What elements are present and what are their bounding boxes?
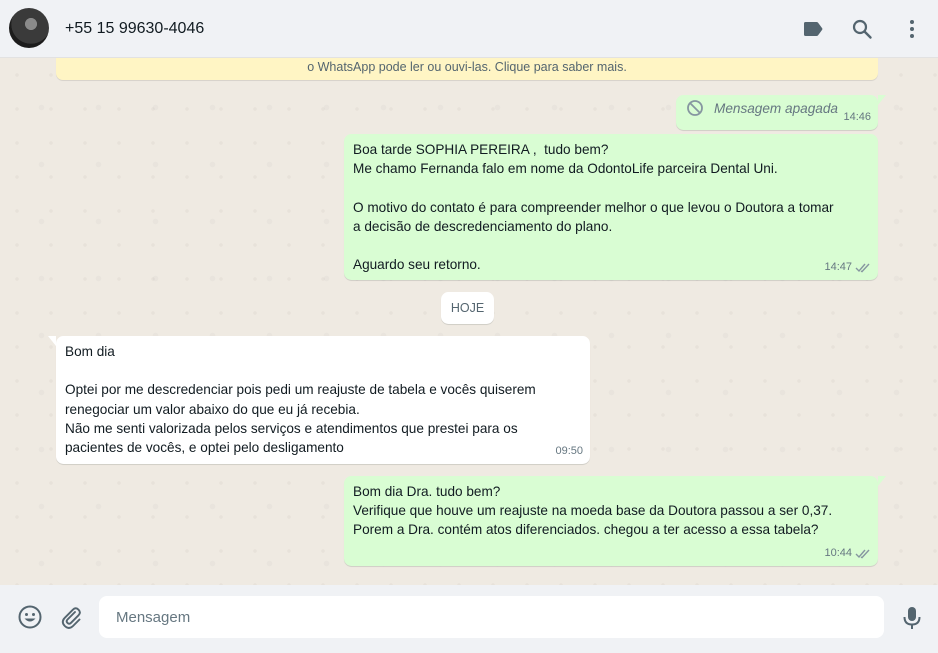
message-incoming[interactable]: Bom dia Optei por me descredenciar pois … bbox=[48, 336, 590, 464]
message-meta: 14:47 bbox=[824, 258, 871, 277]
message-text: Boa tarde SOPHIA PEREIRA , tudo bem? Me … bbox=[353, 142, 834, 273]
contact-name[interactable]: +55 15 99630-4046 bbox=[65, 20, 204, 38]
search-icon[interactable] bbox=[850, 17, 874, 41]
message-text: Bom dia Dra. tudo bem? Verifique que hou… bbox=[353, 484, 833, 538]
message-meta: 10:44 bbox=[824, 544, 871, 563]
chat-area[interactable]: o WhatsApp pode ler ou ouvi-las. Clique … bbox=[0, 58, 938, 585]
encryption-notice-text: o WhatsApp pode ler ou ouvi-las. Clique … bbox=[307, 60, 627, 74]
message-deleted[interactable]: Mensagem apagada 14:46 bbox=[676, 95, 886, 130]
time-label: 09:50 bbox=[555, 444, 583, 457]
compose-bar bbox=[0, 585, 938, 653]
deleted-text: Mensagem apagada bbox=[714, 101, 838, 116]
menu-icon[interactable] bbox=[900, 17, 924, 41]
blocked-icon bbox=[687, 100, 703, 116]
label-icon[interactable] bbox=[801, 17, 825, 41]
message-text: Bom dia Optei por me descredenciar pois … bbox=[65, 344, 536, 456]
double-check-icon bbox=[855, 263, 870, 273]
day-separator: HOJE bbox=[441, 292, 494, 324]
attach-icon[interactable] bbox=[58, 604, 84, 630]
message-outgoing[interactable]: Bom dia Dra. tudo bem? Verifique que hou… bbox=[344, 476, 886, 566]
emoji-icon[interactable] bbox=[17, 604, 43, 630]
message-input[interactable] bbox=[99, 596, 884, 638]
message-outgoing[interactable]: Boa tarde SOPHIA PEREIRA , tudo bem? Me … bbox=[344, 134, 878, 280]
encryption-notice[interactable]: o WhatsApp pode ler ou ouvi-las. Clique … bbox=[56, 58, 878, 80]
message-time: 14:46 bbox=[843, 108, 871, 127]
time-label: 14:46 bbox=[843, 110, 871, 123]
message-meta: 09:50 bbox=[555, 442, 583, 461]
time-label: 14:47 bbox=[824, 260, 852, 273]
chat-header: +55 15 99630-4046 bbox=[0, 0, 938, 58]
mic-icon[interactable] bbox=[899, 605, 925, 631]
time-label: 10:44 bbox=[824, 546, 852, 559]
avatar[interactable] bbox=[9, 8, 49, 48]
double-check-icon bbox=[855, 549, 870, 559]
